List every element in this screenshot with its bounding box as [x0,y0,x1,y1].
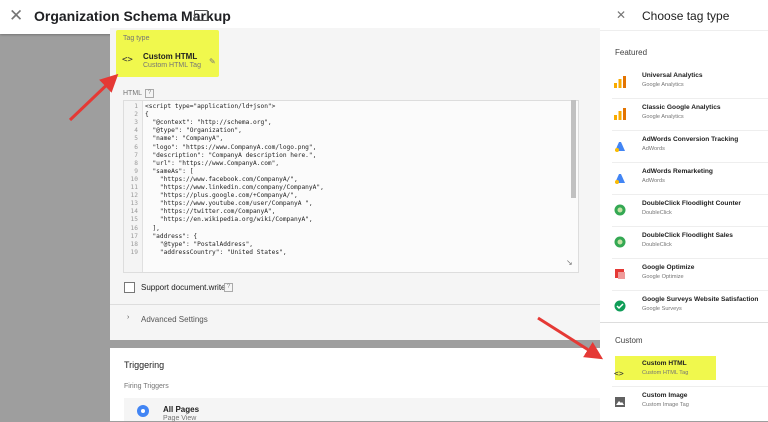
arrow-to-tag-type [68,73,119,122]
annotation-arrows [68,73,604,360]
arrow-to-custom-html [537,316,604,360]
